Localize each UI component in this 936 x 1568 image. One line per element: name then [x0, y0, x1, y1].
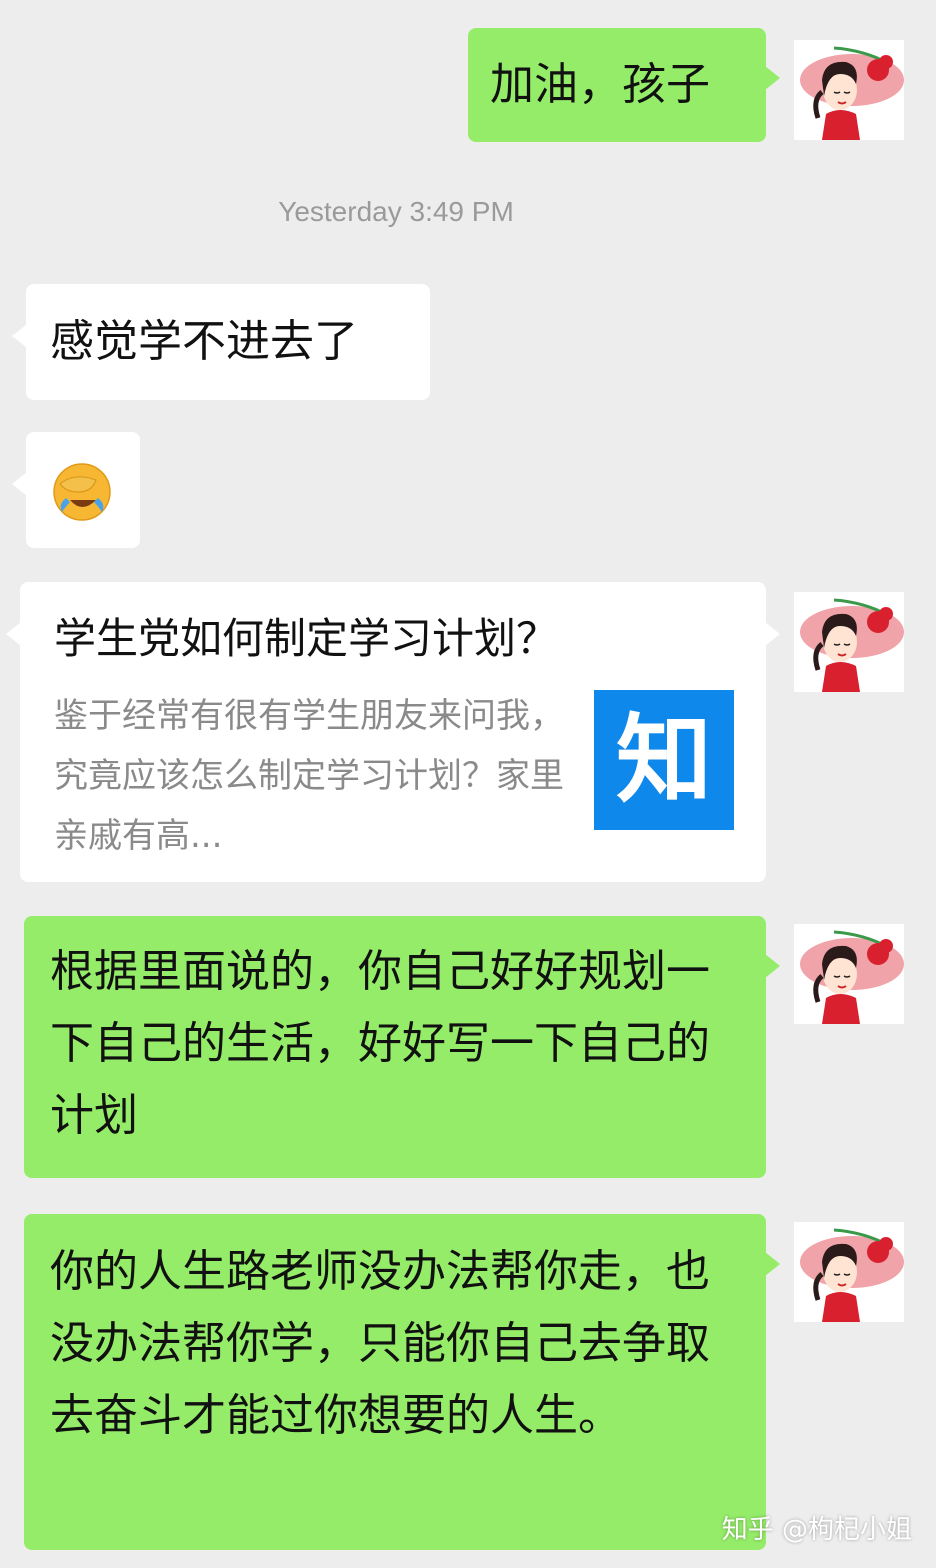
- message-text: 加油，孩子: [490, 59, 710, 110]
- message-text: 感觉学不进去了: [50, 316, 358, 367]
- message-bubble-sent[interactable]: 加油，孩子: [468, 28, 780, 142]
- avatar[interactable]: [794, 924, 904, 1024]
- link-card-title: 学生党如何制定学习计划？: [54, 614, 559, 663]
- link-card[interactable]: 学生党如何制定学习计划？ 鉴于经常有很有学生朋友来问我，究竟应该怎么制定学习计划…: [6, 582, 780, 882]
- message-bubble-received-emoji[interactable]: [12, 432, 140, 548]
- watermark: 知乎 @枸杞小姐: [721, 1515, 912, 1545]
- zhihu-logo: 知: [594, 690, 734, 830]
- avatar[interactable]: [794, 1222, 904, 1322]
- crying-laughing-facepalm-emoji-icon: [53, 463, 111, 521]
- avatar-woman-icon: [794, 592, 904, 692]
- avatar-woman-icon: [794, 924, 904, 1024]
- message-text: 你的人生路老师没办法帮你走，也没办法帮你学，只能你自己去争取去奋斗才能过你想要的…: [50, 1246, 710, 1441]
- avatar-woman-icon: [794, 1222, 904, 1322]
- message-bubble-sent[interactable]: 根据里面说的，你自己好好规划一下自己的生活，好好写一下自己的计划: [24, 916, 780, 1178]
- avatar[interactable]: [794, 40, 904, 140]
- message-bubble-received[interactable]: 感觉学不进去了: [12, 284, 430, 400]
- timestamp: Yesterday 3:49 PM: [278, 196, 514, 227]
- avatar[interactable]: [794, 592, 904, 692]
- avatar-woman-icon: [794, 40, 904, 140]
- message-bubble-sent[interactable]: 你的人生路老师没办法帮你走，也没办法帮你学，只能你自己去争取去奋斗才能过你想要的…: [24, 1214, 780, 1550]
- message-text: 根据里面说的，你自己好好规划一下自己的生活，好好写一下自己的计划: [50, 946, 710, 1141]
- link-card-description: 鉴于经常有很有学生朋友来问我，究竟应该怎么制定学习计划？家里亲戚有高...: [54, 696, 564, 856]
